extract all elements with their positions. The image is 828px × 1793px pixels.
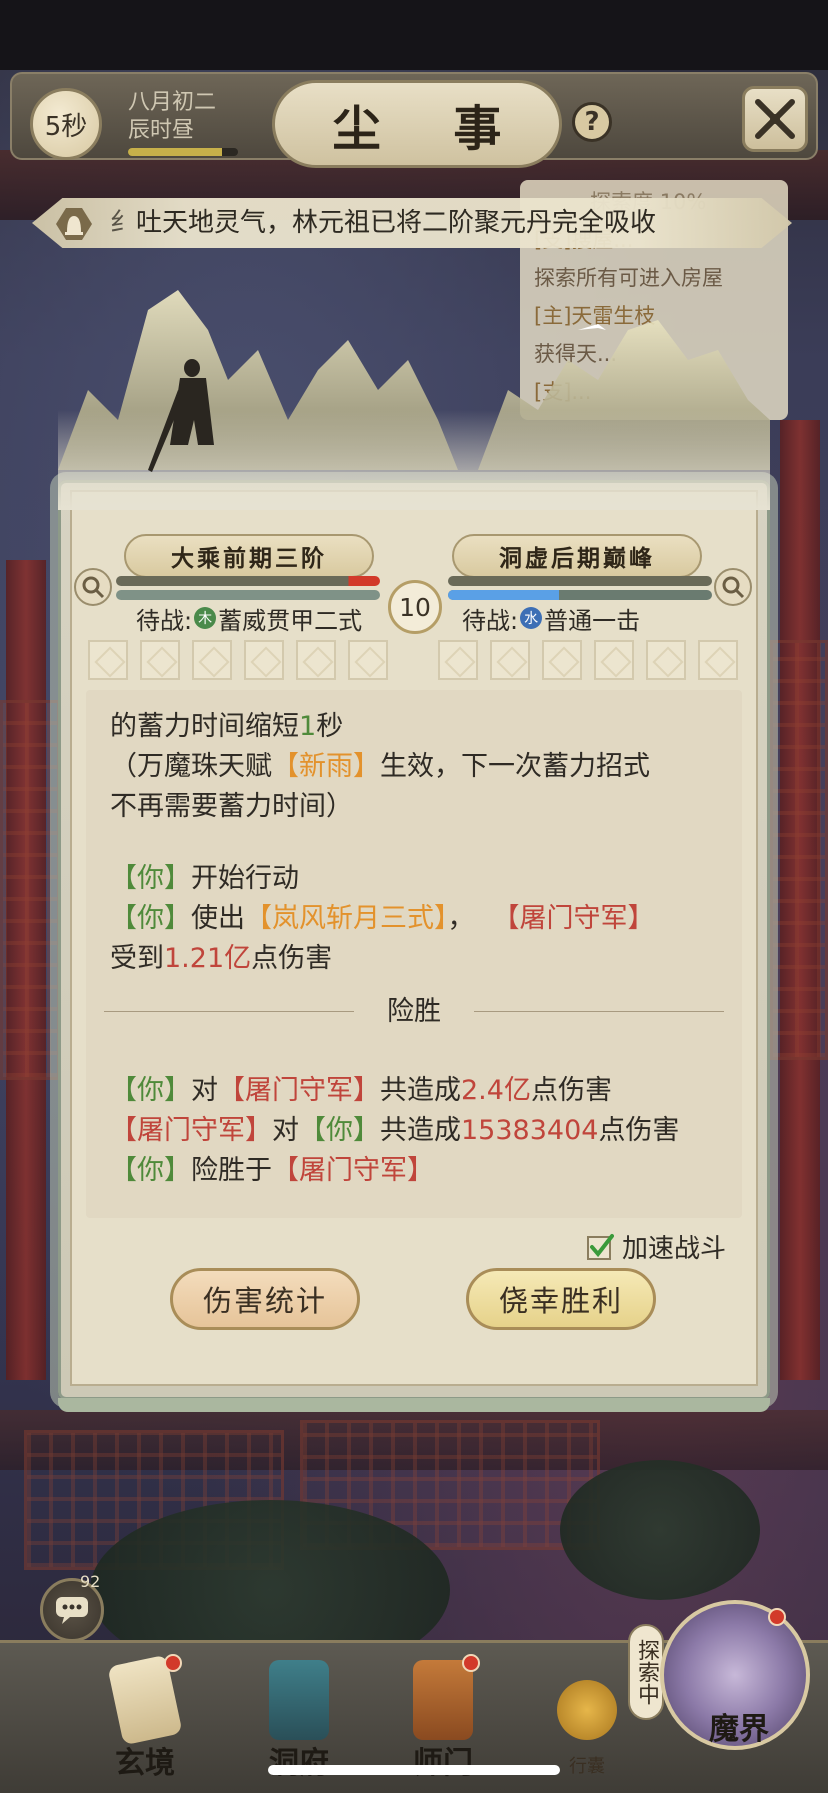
buff-slot [348,640,388,680]
damage-stats-button[interactable]: 伤害统计 [170,1268,360,1330]
speed-battle-toggle[interactable]: 加速战斗 [586,1228,726,1265]
log-line: 的蓄力时间缩短1秒 [110,711,344,742]
page-title: 尘 事 [272,80,562,168]
summary-line: 【你】对【屠门守军】共造成2.4亿点伤害 [110,1075,612,1106]
notification-dot [164,1654,182,1672]
notice-text: 纟吐天地灵气，林元祖已将二阶聚元丹完全吸收 [110,208,657,238]
notification-dot [768,1608,786,1626]
pavilion-icon [269,1660,329,1740]
round-counter: 10 [388,580,442,634]
player-pending-skill: 待战: 木 蓄威贯甲二式 [136,606,363,635]
log-line: 不再需要蓄力时间） [110,791,353,822]
help-button[interactable]: ? [572,102,612,142]
battle-log[interactable]: 的蓄力时间缩短1秒 （万魔珠天赋【新雨】生效，下一次蓄力招式 不再需要蓄力时间）… [86,690,742,1218]
nav-item-dongfu[interactable]: 洞府 [244,1660,354,1781]
home-indicator [268,1765,560,1775]
nav-item-xuanjing[interactable]: 玄境 [90,1654,200,1781]
scroll-bottom-edge [58,1398,770,1412]
day-progress-bar [128,148,238,156]
log-line: 【你】开始行动 [110,863,299,894]
enemy-buff-slots [438,640,738,680]
player-hp-bars [116,572,380,602]
buff-slot [296,640,336,680]
log-line: 受到1.21亿点伤害 [110,943,333,974]
status-bar [0,0,828,70]
water-element-icon: 水 [520,607,543,629]
buff-slot [646,640,686,680]
buff-slot [140,640,180,680]
mountain-landscape-art [58,290,770,510]
buff-slot [438,640,478,680]
explore-status-tag: 探索中 [628,1624,664,1720]
enemy-hp-bars [448,572,712,602]
summary-line: 【屠门守军】对【你】共造成15383404点伤害 [110,1115,680,1146]
close-icon [755,99,795,139]
bell-icon [56,208,92,240]
enemy-avatar[interactable] [714,568,752,606]
nav-item-bag[interactable]: 行囊 [532,1660,642,1780]
search-icon [722,576,745,599]
speed-battle-label: 加速战斗 [622,1234,727,1264]
nav-item-mojie[interactable]: 魔界 [660,1600,810,1750]
buff-slot [192,640,232,680]
time-of-day: 辰时昼 [128,118,195,143]
checkmark-icon [587,1233,614,1260]
chat-unread-count: 92 [80,1572,101,1591]
wood-element-icon: 木 [194,607,217,629]
log-line: 【你】使出【岚风斩月三式】， 【屠门守军】 [110,903,655,934]
chat-icon [56,1597,88,1624]
result-label: 险胜 [387,996,441,1027]
buff-slot [490,640,530,680]
buff-slot [88,640,128,680]
result-divider: 险胜 [104,992,724,1032]
bag-icon [557,1680,617,1740]
summary-line: 【你】险胜于【屠门守军】 [110,1155,434,1186]
checkbox[interactable] [586,1233,614,1261]
buff-slot [594,640,634,680]
player-buff-slots [88,640,388,680]
search-icon [82,576,105,599]
player-avatar[interactable] [74,568,112,606]
banner-icon [413,1660,473,1740]
log-line: （万魔珠天赋【新雨】生效，下一次蓄力招式 [110,751,650,782]
nav-item-shimen[interactable]: 师门 [388,1654,498,1781]
enemy-pending-skill: 待战: 水 普通一击 [462,606,641,635]
buff-slot [698,640,738,680]
close-button[interactable] [742,86,808,152]
timer-badge[interactable]: 5秒 [30,88,102,160]
buff-slot [244,640,284,680]
victory-button[interactable]: 侥幸胜利 [466,1268,656,1330]
notification-dot [462,1654,480,1672]
buff-slot [542,640,582,680]
